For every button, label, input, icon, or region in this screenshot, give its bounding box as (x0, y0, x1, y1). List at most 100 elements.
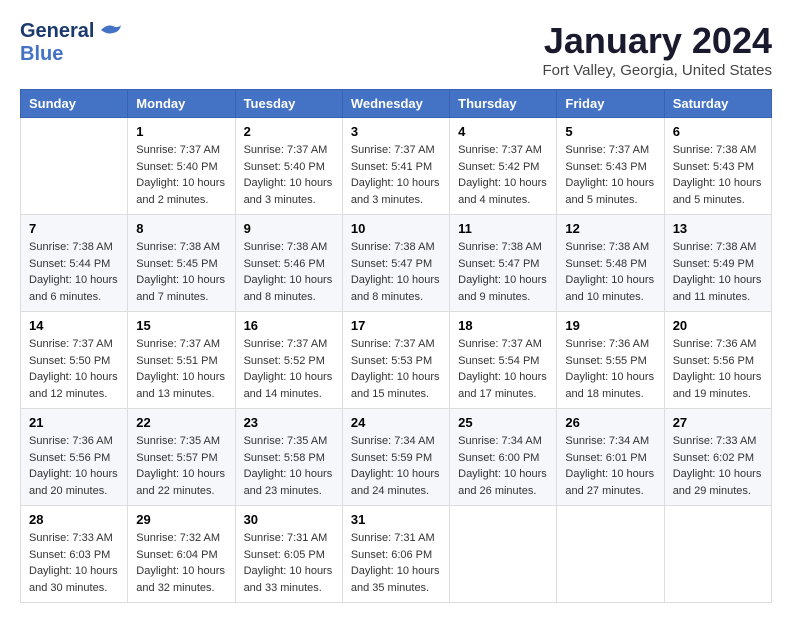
day-info: Sunrise: 7:31 AMSunset: 6:05 PMDaylight:… (244, 530, 334, 596)
day-cell: 31 Sunrise: 7:31 AMSunset: 6:06 PMDayligh… (342, 506, 449, 603)
day-info: Sunrise: 7:36 AMSunset: 5:55 PMDaylight:… (565, 336, 655, 402)
day-cell: 7 Sunrise: 7:38 AMSunset: 5:44 PMDaylight… (21, 215, 128, 312)
day-info: Sunrise: 7:34 AMSunset: 6:00 PMDaylight:… (458, 433, 548, 499)
day-number: 6 (673, 124, 763, 139)
day-number: 24 (351, 415, 441, 430)
day-number: 27 (673, 415, 763, 430)
day-info: Sunrise: 7:38 AMSunset: 5:47 PMDaylight:… (351, 239, 441, 305)
day-number: 19 (565, 318, 655, 333)
day-cell: 3 Sunrise: 7:37 AMSunset: 5:41 PMDaylight… (342, 118, 449, 215)
day-info: Sunrise: 7:34 AMSunset: 6:01 PMDaylight:… (565, 433, 655, 499)
day-number: 7 (29, 221, 119, 236)
header-cell-wednesday: Wednesday (342, 90, 449, 118)
day-info: Sunrise: 7:35 AMSunset: 5:58 PMDaylight:… (244, 433, 334, 499)
day-info: Sunrise: 7:37 AMSunset: 5:41 PMDaylight:… (351, 142, 441, 208)
day-info: Sunrise: 7:33 AMSunset: 6:02 PMDaylight:… (673, 433, 763, 499)
week-row-2: 7 Sunrise: 7:38 AMSunset: 5:44 PMDaylight… (21, 215, 772, 312)
day-cell: 1 Sunrise: 7:37 AMSunset: 5:40 PMDaylight… (128, 118, 235, 215)
day-info: Sunrise: 7:38 AMSunset: 5:44 PMDaylight:… (29, 239, 119, 305)
day-info: Sunrise: 7:36 AMSunset: 5:56 PMDaylight:… (29, 433, 119, 499)
day-cell (450, 506, 557, 603)
day-cell: 28 Sunrise: 7:33 AMSunset: 6:03 PMDayligh… (21, 506, 128, 603)
day-info: Sunrise: 7:38 AMSunset: 5:45 PMDaylight:… (136, 239, 226, 305)
day-cell: 26Sunrise: 7:34 AMSunset: 6:01 PMDayligh… (557, 409, 664, 506)
day-cell: 27 Sunrise: 7:33 AMSunset: 6:02 PMDayligh… (664, 409, 771, 506)
day-cell: 11 Sunrise: 7:38 AMSunset: 5:47 PMDayligh… (450, 215, 557, 312)
logo-bird-icon (101, 23, 121, 37)
day-number: 25 (458, 415, 548, 430)
day-cell: 18Sunrise: 7:37 AMSunset: 5:54 PMDayligh… (450, 312, 557, 409)
calendar-body: 1 Sunrise: 7:37 AMSunset: 5:40 PMDaylight… (21, 118, 772, 603)
day-number: 31 (351, 512, 441, 527)
day-number: 22 (136, 415, 226, 430)
day-info: Sunrise: 7:37 AMSunset: 5:43 PMDaylight:… (565, 142, 655, 208)
day-info: Sunrise: 7:38 AMSunset: 5:49 PMDaylight:… (673, 239, 763, 305)
day-cell (664, 506, 771, 603)
day-info: Sunrise: 7:31 AMSunset: 6:06 PMDaylight:… (351, 530, 441, 596)
day-number: 11 (458, 221, 548, 236)
title-area: January 2024 Fort Valley, Georgia, Unite… (542, 20, 772, 79)
day-info: Sunrise: 7:38 AMSunset: 5:46 PMDaylight:… (244, 239, 334, 305)
day-cell: 16Sunrise: 7:37 AMSunset: 5:52 PMDayligh… (235, 312, 342, 409)
day-cell: 21 Sunrise: 7:36 AMSunset: 5:56 PMDayligh… (21, 409, 128, 506)
day-cell: 4Sunrise: 7:37 AMSunset: 5:42 PMDaylight… (450, 118, 557, 215)
day-cell (557, 506, 664, 603)
header-cell-thursday: Thursday (450, 90, 557, 118)
day-number: 29 (136, 512, 226, 527)
day-number: 8 (136, 221, 226, 236)
day-info: Sunrise: 7:35 AMSunset: 5:57 PMDaylight:… (136, 433, 226, 499)
week-row-4: 21 Sunrise: 7:36 AMSunset: 5:56 PMDayligh… (21, 409, 772, 506)
calendar-subtitle: Fort Valley, Georgia, United States (542, 62, 772, 79)
day-cell: 23Sunrise: 7:35 AMSunset: 5:58 PMDayligh… (235, 409, 342, 506)
day-info: Sunrise: 7:37 AMSunset: 5:50 PMDaylight:… (29, 336, 119, 402)
day-number: 10 (351, 221, 441, 236)
day-number: 15 (136, 318, 226, 333)
day-cell: 22 Sunrise: 7:35 AMSunset: 5:57 PMDayligh… (128, 409, 235, 506)
day-info: Sunrise: 7:38 AMSunset: 5:47 PMDaylight:… (458, 239, 548, 305)
day-cell (21, 118, 128, 215)
week-row-1: 1 Sunrise: 7:37 AMSunset: 5:40 PMDaylight… (21, 118, 772, 215)
day-cell: 5 Sunrise: 7:37 AMSunset: 5:43 PMDaylight… (557, 118, 664, 215)
day-cell: 24 Sunrise: 7:34 AMSunset: 5:59 PMDayligh… (342, 409, 449, 506)
app-logo: General Blue (20, 20, 121, 66)
day-number: 5 (565, 124, 655, 139)
day-number: 20 (673, 318, 763, 333)
calendar-table: SundayMondayTuesdayWednesdayThursdayFrid… (20, 89, 772, 603)
day-number: 4 (458, 124, 548, 139)
day-cell: 6Sunrise: 7:38 AMSunset: 5:43 PMDaylight… (664, 118, 771, 215)
calendar-header: SundayMondayTuesdayWednesdayThursdayFrid… (21, 90, 772, 118)
day-cell: 15 Sunrise: 7:37 AMSunset: 5:51 PMDayligh… (128, 312, 235, 409)
day-cell: 10 Sunrise: 7:38 AMSunset: 5:47 PMDayligh… (342, 215, 449, 312)
day-info: Sunrise: 7:37 AMSunset: 5:40 PMDaylight:… (136, 142, 226, 208)
day-info: Sunrise: 7:37 AMSunset: 5:51 PMDaylight:… (136, 336, 226, 402)
day-number: 12 (565, 221, 655, 236)
day-number: 18 (458, 318, 548, 333)
day-number: 1 (136, 124, 226, 139)
day-info: Sunrise: 7:37 AMSunset: 5:40 PMDaylight:… (244, 142, 334, 208)
day-cell: 9Sunrise: 7:38 AMSunset: 5:46 PMDaylight… (235, 215, 342, 312)
day-cell: 8 Sunrise: 7:38 AMSunset: 5:45 PMDaylight… (128, 215, 235, 312)
day-number: 28 (29, 512, 119, 527)
day-info: Sunrise: 7:34 AMSunset: 5:59 PMDaylight:… (351, 433, 441, 499)
header-cell-sunday: Sunday (21, 90, 128, 118)
day-number: 16 (244, 318, 334, 333)
day-cell: 25 Sunrise: 7:34 AMSunset: 6:00 PMDayligh… (450, 409, 557, 506)
day-info: Sunrise: 7:37 AMSunset: 5:53 PMDaylight:… (351, 336, 441, 402)
day-info: Sunrise: 7:33 AMSunset: 6:03 PMDaylight:… (29, 530, 119, 596)
day-number: 14 (29, 318, 119, 333)
logo-text: General (20, 20, 121, 43)
day-cell: 30Sunrise: 7:31 AMSunset: 6:05 PMDayligh… (235, 506, 342, 603)
day-number: 3 (351, 124, 441, 139)
day-cell: 17Sunrise: 7:37 AMSunset: 5:53 PMDayligh… (342, 312, 449, 409)
day-info: Sunrise: 7:36 AMSunset: 5:56 PMDaylight:… (673, 336, 763, 402)
day-info: Sunrise: 7:38 AMSunset: 5:48 PMDaylight:… (565, 239, 655, 305)
day-cell: 13 Sunrise: 7:38 AMSunset: 5:49 PMDayligh… (664, 215, 771, 312)
day-info: Sunrise: 7:32 AMSunset: 6:04 PMDaylight:… (136, 530, 226, 596)
day-cell: 29 Sunrise: 7:32 AMSunset: 6:04 PMDayligh… (128, 506, 235, 603)
calendar-title: January 2024 (542, 20, 772, 62)
week-row-5: 28 Sunrise: 7:33 AMSunset: 6:03 PMDayligh… (21, 506, 772, 603)
day-number: 13 (673, 221, 763, 236)
day-number: 21 (29, 415, 119, 430)
week-row-3: 14 Sunrise: 7:37 AMSunset: 5:50 PMDayligh… (21, 312, 772, 409)
header-cell-monday: Monday (128, 90, 235, 118)
